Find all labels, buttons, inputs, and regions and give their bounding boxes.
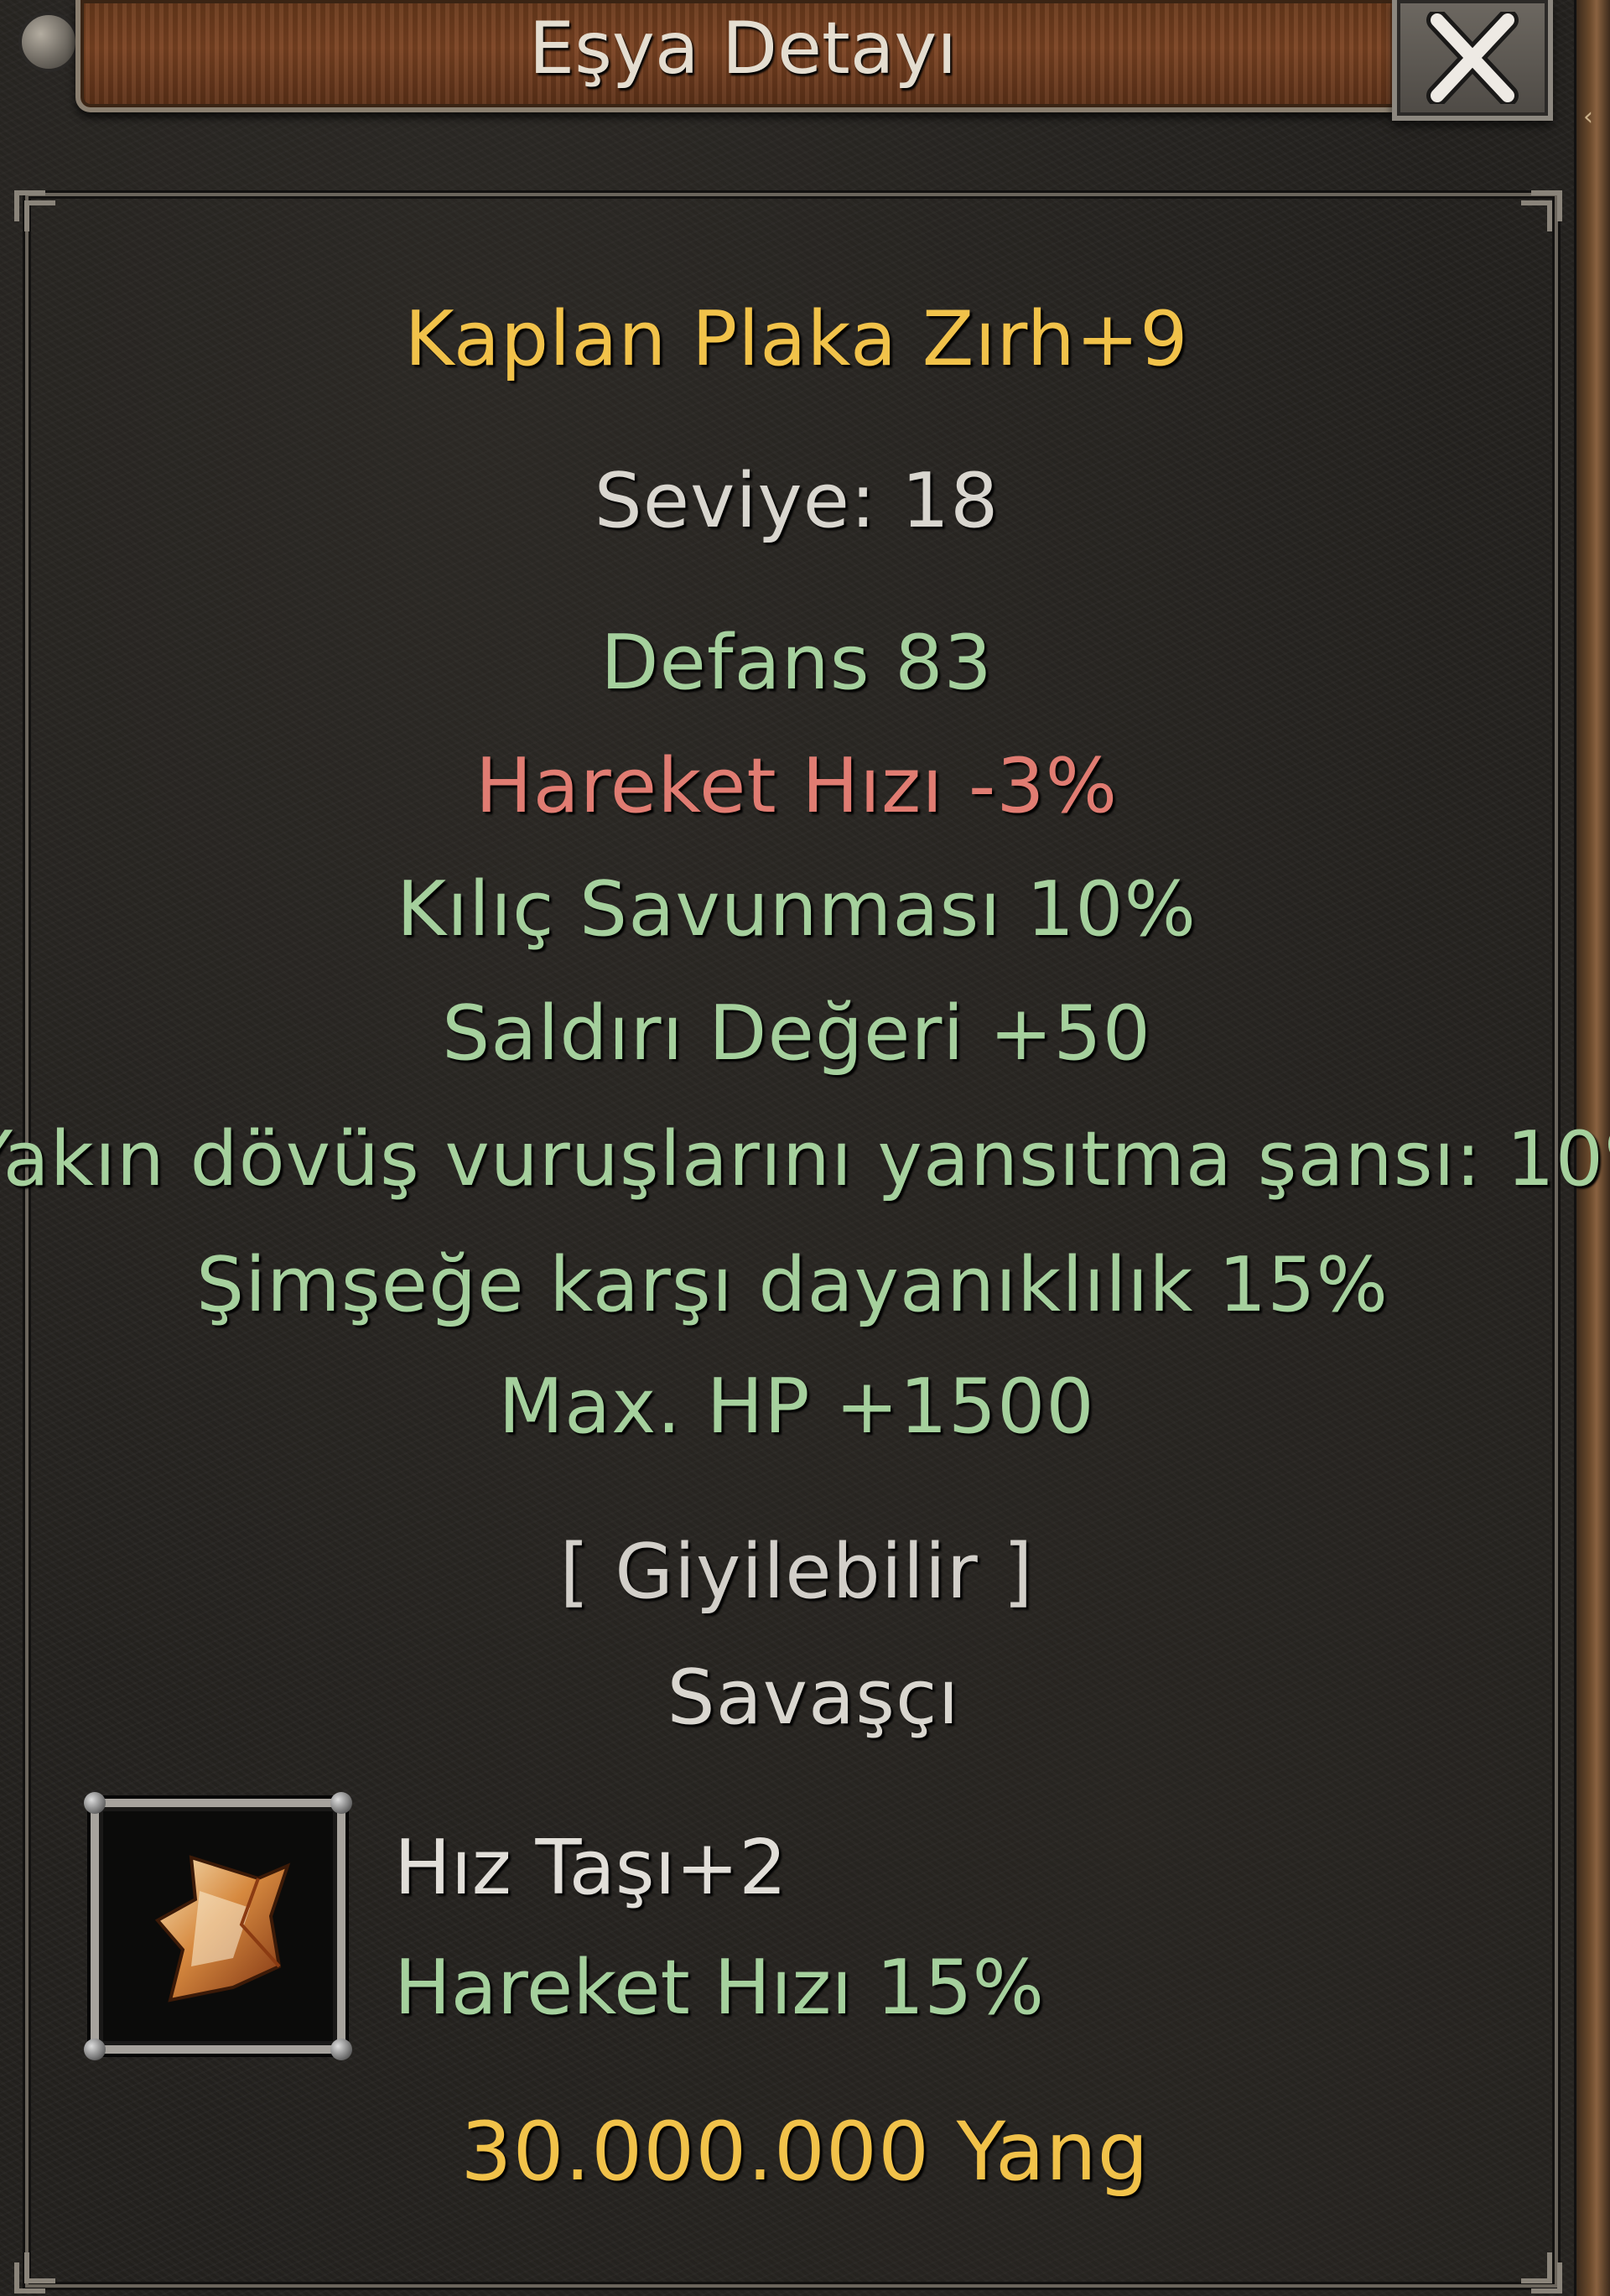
frame-corner-ornament <box>1521 2252 1562 2293</box>
bolt-icon <box>84 1792 106 1814</box>
knob-icon <box>18 12 79 72</box>
bolt-icon <box>330 2039 352 2060</box>
item-detail-window: ‹ Eşya Detayı Kaplan Plaka Zırh+9 Seviye… <box>0 0 1610 2296</box>
window-title: Eşya Detayı <box>528 7 958 91</box>
item-level-requirement: Seviye: 18 <box>594 457 1000 545</box>
frame-corner-ornament <box>14 190 55 231</box>
socket-stone-name: Hız Taşı+2 <box>394 1824 787 1912</box>
speed-stone-icon <box>154 1855 291 2003</box>
socket-slot[interactable] <box>84 1792 352 2060</box>
item-attribute: Max. HP +1500 <box>498 1363 1095 1451</box>
item-defense: Defans 83 <box>600 619 993 707</box>
item-attribute-text: Yakın dövüş vuruşlarını yansıtma şansı: … <box>0 1115 1610 1203</box>
item-price: 30.000.000 Yang <box>460 2105 1150 2199</box>
close-button[interactable] <box>1392 0 1553 121</box>
bolt-icon <box>330 1792 352 1814</box>
chevron-left-icon: ‹ <box>1583 102 1593 132</box>
title-bar[interactable]: Eşya Detayı <box>75 0 1410 112</box>
item-attribute: Saldırı Değeri +50 <box>442 990 1151 1078</box>
item-class-requirement: Savaşçı <box>667 1654 960 1742</box>
item-name: Kaplan Plaka Zırh+9 <box>404 295 1189 383</box>
item-wearable-status: [ Giyilebilir ] <box>559 1528 1034 1616</box>
socket-stone-bonus: Hareket Hızı 15% <box>394 1944 1044 2032</box>
close-x-icon <box>1426 12 1519 104</box>
frame-corner-ornament <box>1521 190 1562 231</box>
item-attribute: Şimşeğe karşı dayanıklılık 15% <box>195 1241 1389 1329</box>
frame-corner-ornament <box>14 2252 55 2293</box>
item-movement-penalty: Hareket Hızı -3% <box>475 742 1119 830</box>
bolt-icon <box>84 2039 106 2060</box>
item-attribute: Kılıç Savunması 10% <box>396 865 1197 953</box>
